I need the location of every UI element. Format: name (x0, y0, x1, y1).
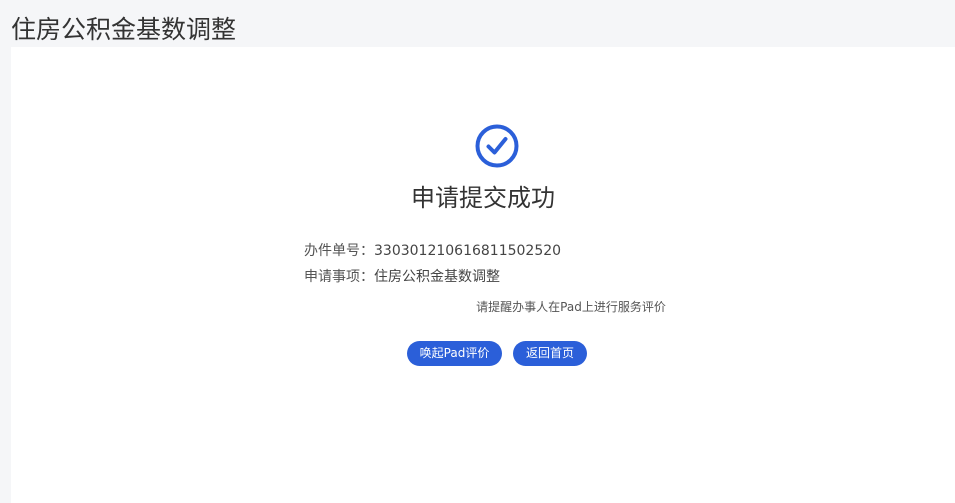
application-matter-label: 申请事项： (304, 269, 374, 285)
evaluation-reminder: 请提醒办事人在Pad上进行服务评价 (476, 300, 666, 314)
case-number-row: 办件单号：330301210616811502520 (304, 240, 561, 262)
check-circle-icon (475, 124, 519, 168)
case-number-value: 330301210616811502520 (374, 243, 562, 259)
pad-review-button[interactable]: 唤起Pad评价 (407, 341, 502, 366)
success-title: 申请提交成功 (411, 184, 555, 212)
page-title: 住房公积金基数调整 (11, 15, 237, 44)
result-panel: 申请提交成功 办件单号：330301210616811502520 申请事项：住… (11, 47, 955, 503)
return-home-button[interactable]: 返回首页 (513, 341, 587, 366)
application-matter-value: 住房公积金基数调整 (374, 269, 500, 285)
case-number-label: 办件单号： (304, 243, 374, 259)
application-matter-row: 申请事项：住房公积金基数调整 (304, 266, 500, 288)
